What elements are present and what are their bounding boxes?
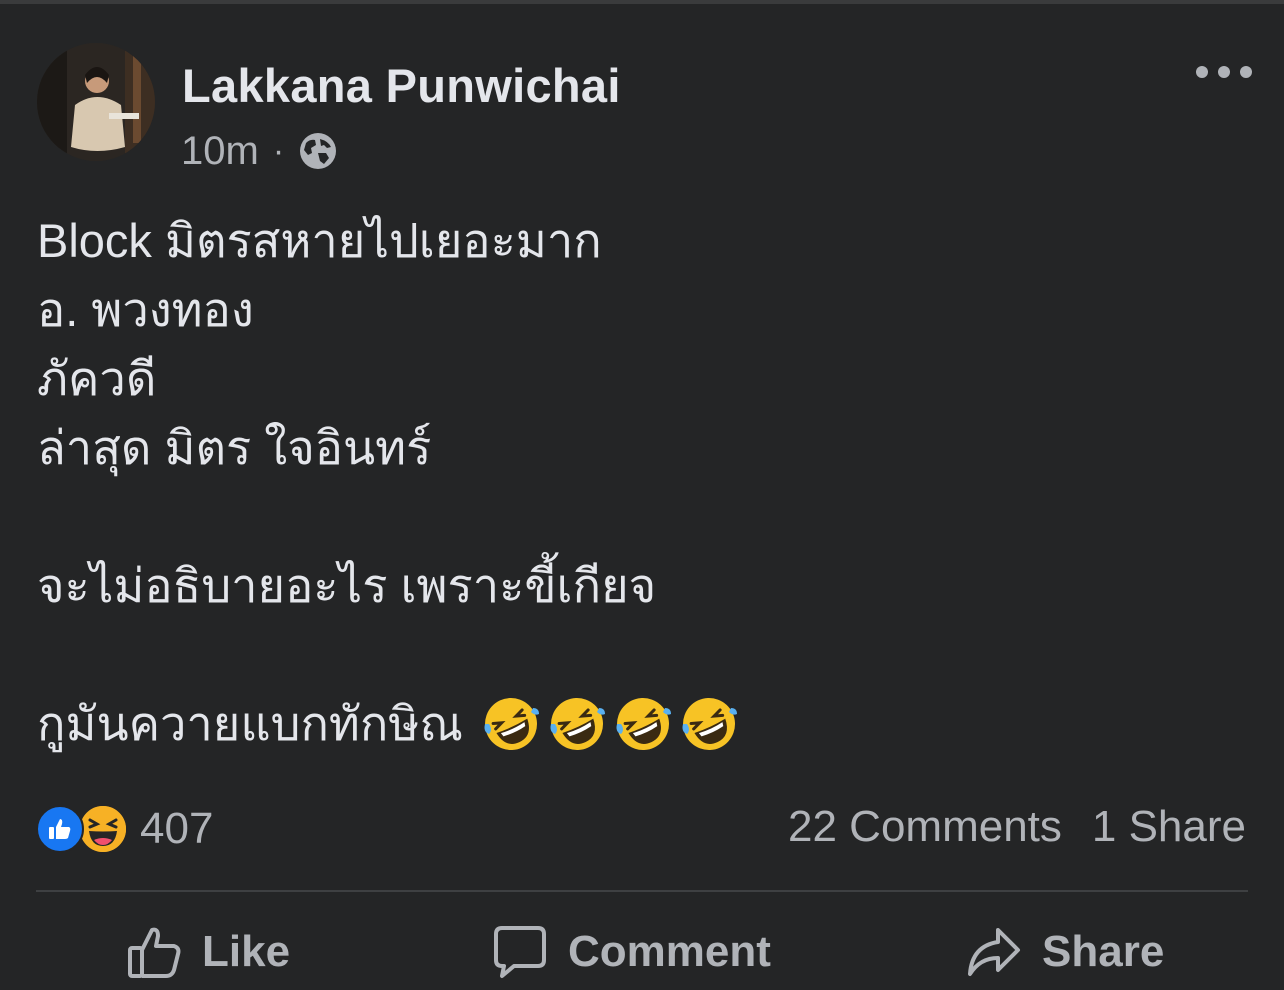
post-text-line: อ. พวงทอง [37,283,254,336]
share-arrow-icon [968,928,1020,976]
more-dot-icon [1196,66,1208,78]
meta-separator: · [272,131,285,170]
comment-label: Comment [568,927,771,976]
share-label: Share [1042,927,1165,976]
engagement-stats: 22 Comments 1 Share [788,802,1246,852]
post-text-line: Block มิตรสหายไปเยอะมาก [37,214,602,267]
globe-icon [300,133,337,169]
like-button[interactable]: Like [126,922,290,982]
divider [36,890,1248,892]
reaction-count: 407 [140,804,214,853]
post-time[interactable]: 10m [181,129,259,174]
more-dot-icon [1218,66,1230,78]
post-text-line: กูมันควายแบกทักษิณ [37,697,463,750]
post-text-line: ล่าสุด มิตร ใจอินทร์ [37,421,432,474]
comment-button[interactable]: Comment [492,922,771,982]
comment-bubble-icon [494,926,546,978]
post-text: Block มิตรสหายไปเยอะมาก อ. พวงทอง ภัควดี… [37,206,1247,758]
post-text-line: ภัควดี [37,352,157,405]
action-bar: Like Comment Share [36,900,1248,990]
shares-count-link[interactable]: 1 Share [1092,802,1246,852]
post-text-line: จะไม่อธิบายอะไร เพราะขี้เกียจ [37,559,657,612]
author-name[interactable]: Lakkana Punwichai [182,58,621,113]
comments-count-link[interactable]: 22 Comments [788,802,1062,852]
post-card: Lakkana Punwichai 10m · Block มิตรสหายไป… [0,0,1284,990]
more-dot-icon [1240,66,1252,78]
reaction-summary[interactable]: 407 [36,804,213,854]
like-label: Like [202,927,291,976]
post-meta: 10m · [181,128,338,174]
thumbs-up-icon [128,927,181,978]
like-reaction-icon [36,805,84,853]
rolling-laughing-emoji-icon [682,697,737,750]
rolling-laughing-emoji-icon [550,697,605,750]
haha-reaction-icon [78,804,128,854]
more-options-button[interactable] [1196,58,1252,86]
emoji-group [481,694,745,754]
post-text-line [37,620,1247,689]
rolling-laughing-emoji-icon [616,697,671,750]
rolling-laughing-emoji-icon [484,697,539,750]
post-text-line-last: กูมันควายแบกทักษิณ [37,689,1247,758]
post-text-line [37,482,1247,551]
share-button[interactable]: Share [966,922,1164,982]
author-avatar[interactable] [37,43,155,161]
